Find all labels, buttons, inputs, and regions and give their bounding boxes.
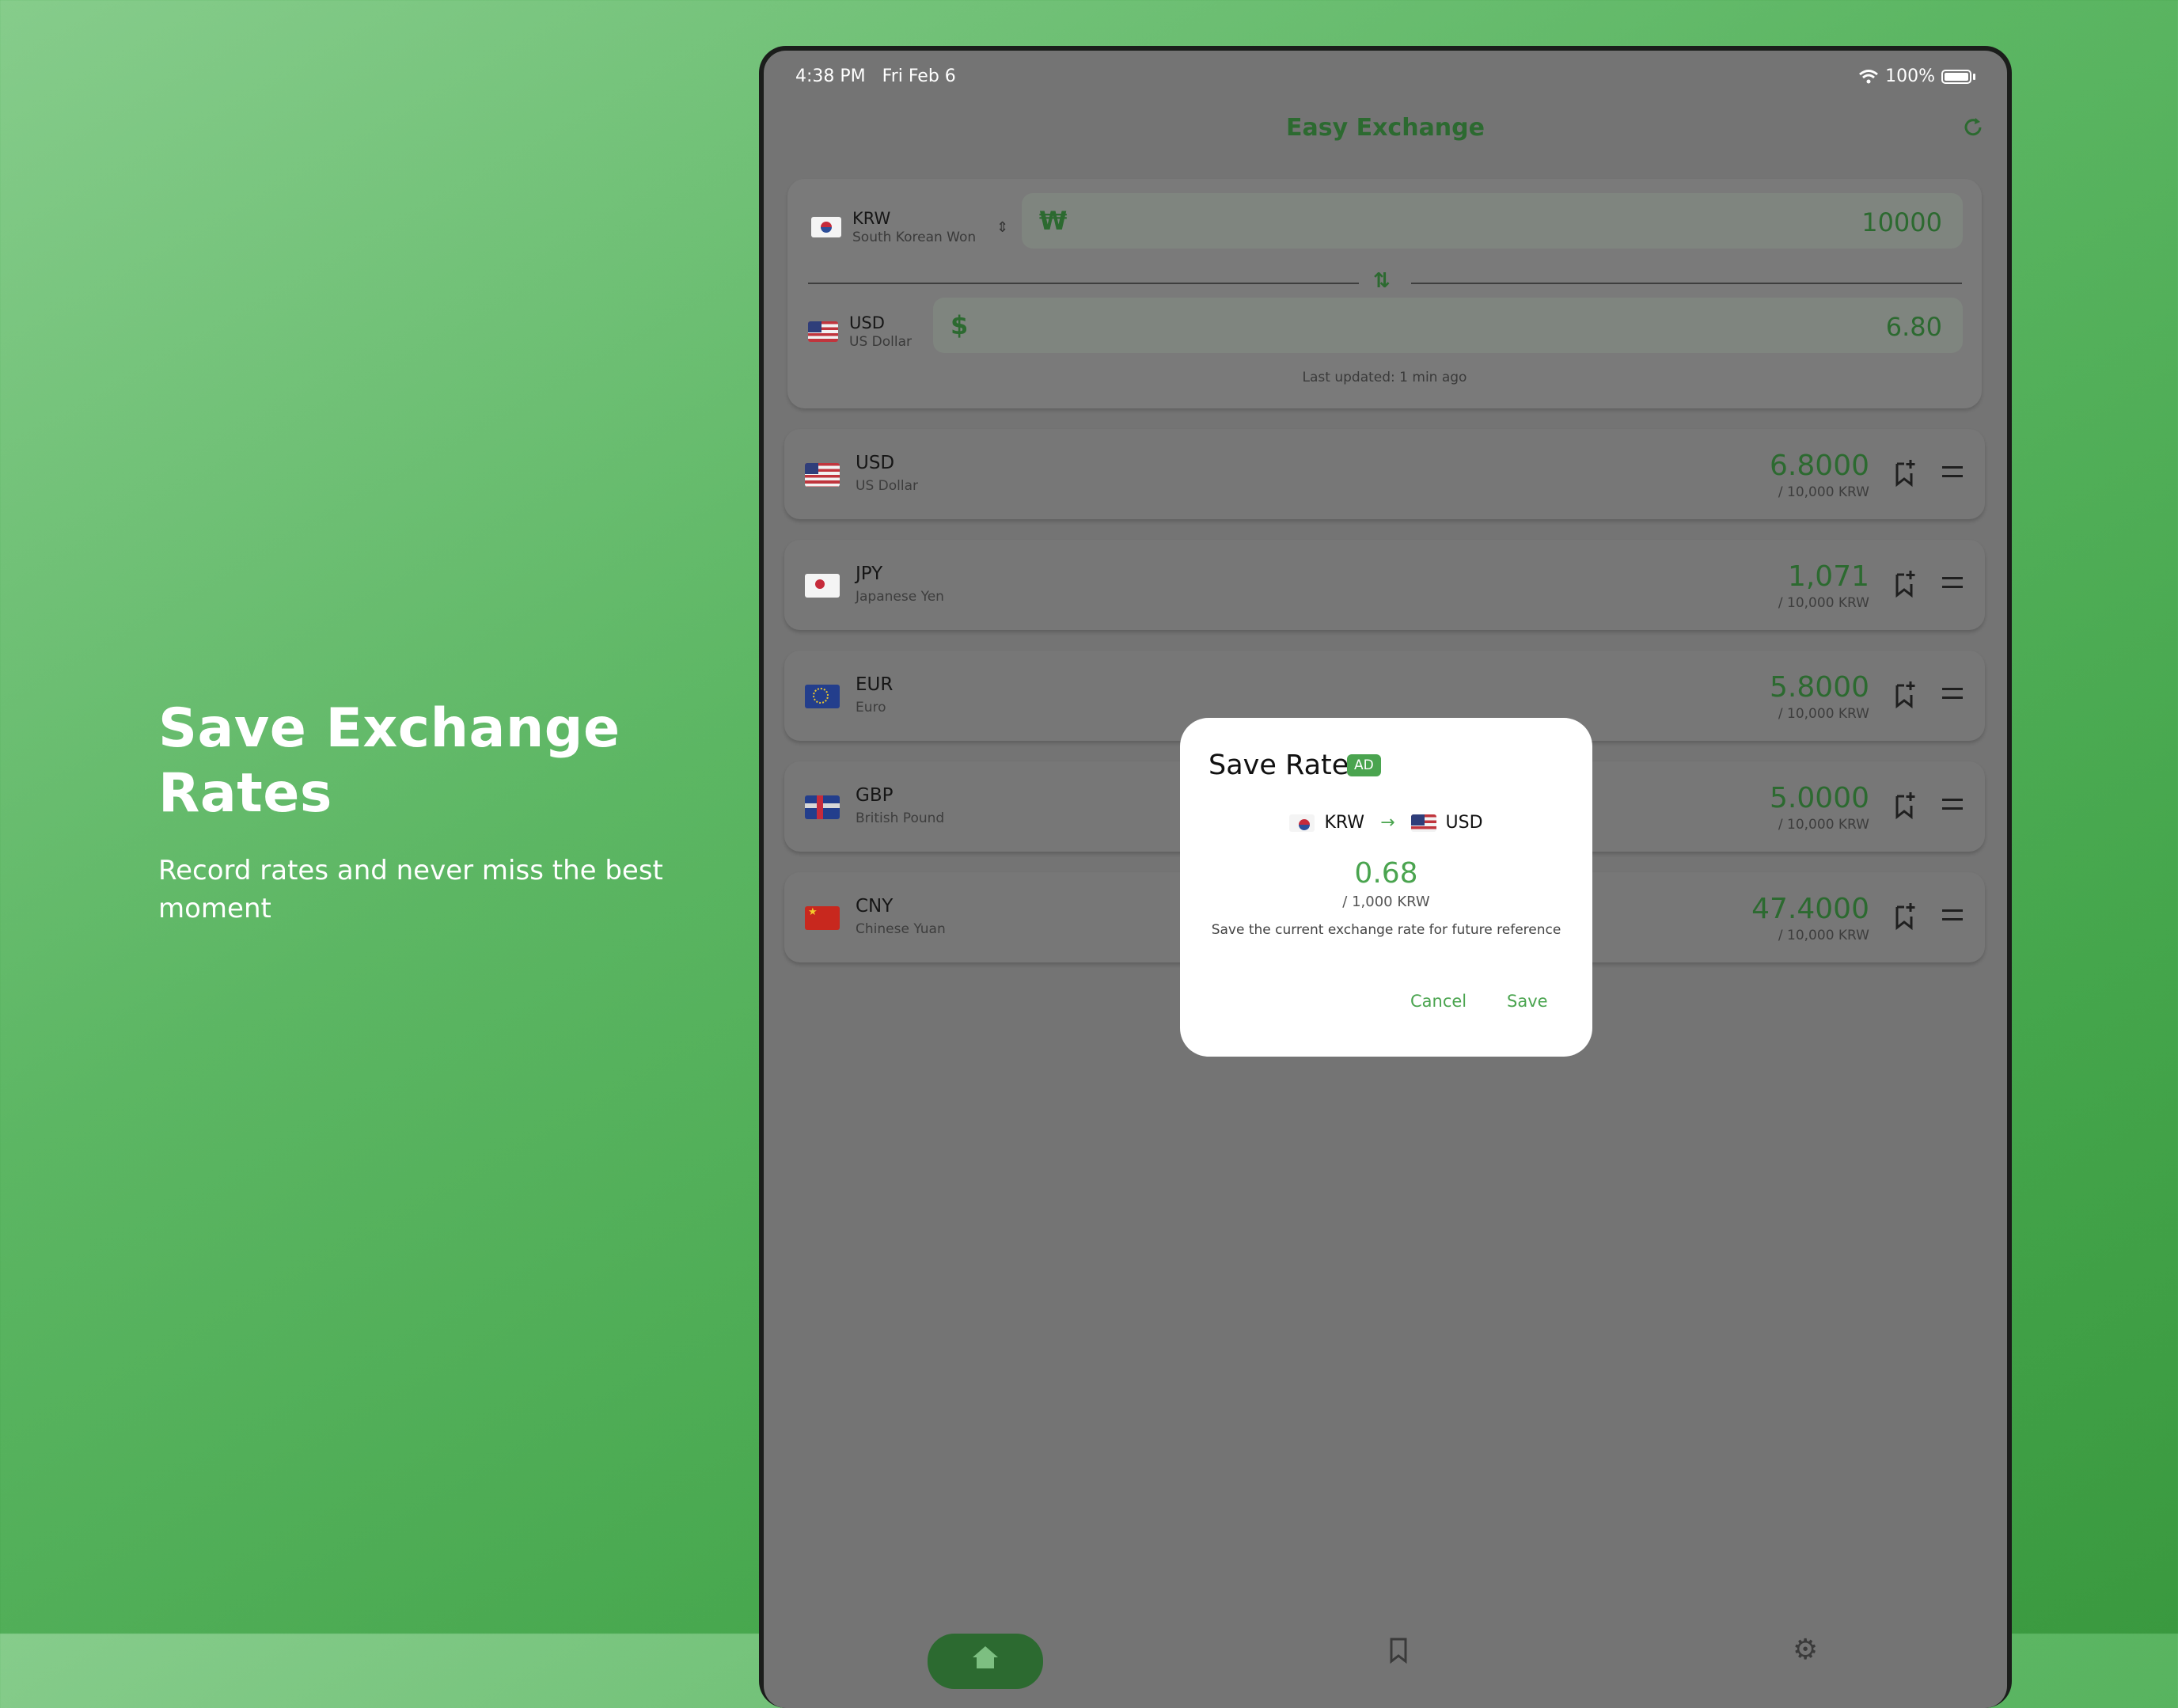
promo-panel: Save Exchange Rates Record rates and nev… — [158, 696, 665, 928]
us-flag-icon — [805, 463, 840, 487]
cancel-button[interactable]: Cancel — [1410, 992, 1467, 1011]
status-date: Fri Feb 6 — [882, 66, 956, 86]
us-flag-icon — [1410, 814, 1436, 832]
save-button[interactable]: Save — [1507, 992, 1548, 1011]
rate-value: 6.8000 — [1770, 450, 1869, 482]
rate-value: 5.8000 — [1770, 671, 1869, 704]
to-amount-value: 6.80 — [1885, 312, 1942, 342]
rate-code: GBP — [856, 785, 894, 806]
from-currency-selector[interactable]: KRW South Korean Won ⇕ — [811, 209, 1008, 245]
korea-flag-icon — [1289, 814, 1315, 832]
from-currency-code: KRW — [852, 209, 891, 228]
won-symbol: ₩ — [1039, 206, 1068, 236]
drag-handle-icon[interactable] — [1942, 688, 1963, 699]
dialog-title: Save Rate — [1209, 750, 1349, 781]
pair-to-code: USD — [1445, 813, 1483, 833]
bookmark-add-icon[interactable] — [1895, 568, 1915, 598]
rate-name: British Pound — [856, 810, 945, 826]
dialog-rate: 0.68 — [1354, 857, 1418, 890]
to-currency-code: USD — [849, 313, 885, 332]
promo-title: Save Exchange Rates — [158, 697, 620, 825]
to-currency-selector[interactable]: USD US Dollar — [808, 313, 912, 350]
gear-icon: ⚙ — [1793, 1634, 1819, 1666]
converter-card: KRW South Korean Won ⇕ ₩ 10000 ⇅ USD US … — [787, 179, 1982, 408]
app-title: Easy Exchange — [1285, 114, 1485, 142]
pair-from-code: KRW — [1324, 813, 1365, 833]
from-currency-name: South Korean Won — [852, 230, 977, 245]
home-icon — [973, 1646, 998, 1668]
dialog-description: Save the current exchange rate for futur… — [1211, 922, 1561, 938]
tab-saved[interactable] — [1388, 1637, 1409, 1667]
rate-name: Euro — [856, 700, 886, 715]
rate-row-usd[interactable]: USD US Dollar 6.8000 / 10,000 KRW — [784, 429, 1985, 519]
rate-per: / 10,000 KRW — [1778, 484, 1869, 500]
rate-code: EUR — [856, 674, 894, 695]
bookmark-add-icon[interactable] — [1895, 901, 1915, 931]
bookmark-add-icon[interactable] — [1895, 679, 1915, 709]
rate-value: 1,071 — [1787, 560, 1869, 593]
drag-handle-icon[interactable] — [1942, 466, 1963, 477]
uk-flag-icon — [805, 795, 840, 819]
status-time: 4:38 PM Fri Feb 6 — [795, 66, 956, 86]
tab-home[interactable] — [928, 1634, 1043, 1689]
divider-left — [808, 283, 1359, 284]
to-amount-field[interactable]: $ 6.80 — [933, 298, 1963, 353]
rate-code: CNY — [856, 896, 894, 917]
rate-value: 47.4000 — [1751, 893, 1869, 925]
rate-value: 5.0000 — [1770, 782, 1869, 814]
drag-handle-icon[interactable] — [1942, 909, 1963, 920]
rate-per: / 10,000 KRW — [1778, 706, 1869, 722]
rate-per: / 10,000 KRW — [1778, 928, 1869, 943]
promo-subtitle: Record rates and never miss the best mom… — [158, 855, 663, 924]
tab-bar: ⚙ — [764, 1602, 2007, 1689]
save-rate-dialog: Save Rate AD KRW → USD 0.68 / 1,000 KRW … — [1180, 718, 1592, 1057]
bookmark-add-icon[interactable] — [1895, 790, 1915, 820]
tab-settings[interactable]: ⚙ — [1793, 1634, 1818, 1666]
status-clock: 4:38 PM — [795, 66, 866, 86]
wifi-icon — [1859, 69, 1879, 83]
drag-handle-icon[interactable] — [1942, 577, 1963, 588]
battery-icon — [1941, 69, 1971, 84]
bookmark-add-icon[interactable] — [1895, 457, 1915, 488]
rate-code: JPY — [856, 564, 883, 584]
ad-badge: AD — [1347, 754, 1381, 776]
currency-pair: KRW → USD — [1180, 813, 1592, 833]
from-amount-value: 10000 — [1861, 207, 1942, 237]
dialog-rate-per: / 1,000 KRW — [1342, 894, 1430, 910]
rate-per: / 10,000 KRW — [1778, 595, 1869, 611]
battery-percent: 100% — [1885, 66, 1935, 86]
japan-flag-icon — [805, 574, 840, 598]
korea-flag-icon — [811, 217, 841, 237]
refresh-icon[interactable] — [1961, 116, 1985, 146]
us-flag-icon — [808, 321, 838, 342]
status-bar: 4:38 PM Fri Feb 6 100% — [764, 60, 2007, 92]
eu-flag-icon — [805, 685, 840, 708]
dollar-symbol: $ — [951, 310, 969, 340]
status-right: 100% — [1858, 66, 1975, 86]
rate-name: US Dollar — [856, 478, 918, 494]
china-flag-icon — [805, 906, 840, 930]
last-updated-text: Last updated: 1 min ago — [1302, 370, 1467, 385]
chevron-updown-icon: ⇕ — [996, 218, 1009, 236]
rate-code: USD — [856, 453, 895, 473]
arrow-right-icon: → — [1380, 813, 1395, 833]
rate-name: Japanese Yen — [856, 589, 944, 605]
from-amount-field[interactable]: ₩ 10000 — [1022, 193, 1963, 249]
divider-right — [1411, 283, 1962, 284]
rate-row-jpy[interactable]: JPY Japanese Yen 1,071 / 10,000 KRW — [784, 540, 1985, 630]
battery-tip — [1973, 73, 1975, 80]
to-currency-name: US Dollar — [849, 334, 912, 350]
swap-icon[interactable]: ⇅ — [1373, 269, 1391, 293]
bookmark-icon — [1390, 1638, 1407, 1664]
rate-per: / 10,000 KRW — [1778, 817, 1869, 833]
drag-handle-icon[interactable] — [1942, 799, 1963, 810]
rate-name: Chinese Yuan — [856, 921, 946, 937]
